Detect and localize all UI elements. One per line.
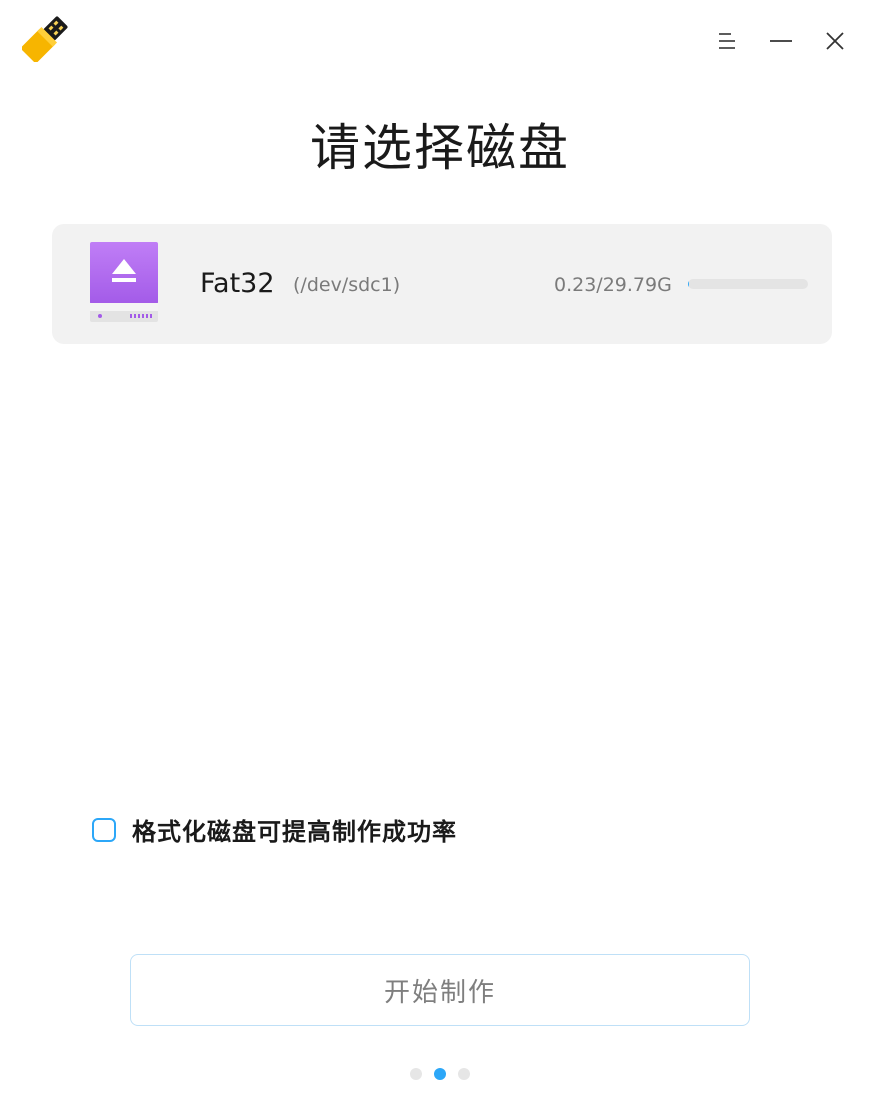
disk-path: (/dev/sdc1)	[293, 274, 401, 296]
removable-disk-icon	[88, 241, 160, 325]
disk-usage-fill	[688, 279, 689, 289]
page-dot-3	[458, 1068, 470, 1080]
close-button[interactable]	[808, 22, 862, 60]
disk-name: Fat32	[200, 268, 275, 299]
usb-drive-app-icon	[21, 16, 68, 63]
format-checkbox[interactable]	[92, 817, 116, 842]
minimize-icon	[770, 40, 792, 42]
format-option[interactable]: 格式化磁盘可提高制作成功率	[92, 812, 457, 847]
start-button[interactable]: 开始制作	[130, 954, 750, 1026]
page-dot-2	[434, 1068, 446, 1080]
disk-item[interactable]: Fat32 (/dev/sdc1) 0.23/29.79G	[52, 224, 832, 344]
close-icon	[826, 32, 844, 50]
format-label: 格式化磁盘可提高制作成功率	[132, 818, 457, 846]
minimize-button[interactable]	[754, 22, 808, 60]
app-window: 请选择磁盘 Fat32 (/dev/sdc1) 0.23/29.79G 格式化磁…	[0, 0, 880, 1100]
window-controls	[700, 22, 862, 60]
menu-icon	[719, 33, 735, 49]
page-dot-1	[410, 1068, 422, 1080]
page-indicator	[0, 1068, 880, 1080]
disk-list: Fat32 (/dev/sdc1) 0.23/29.79G	[52, 224, 832, 344]
disk-size: 0.23/29.79G	[554, 274, 672, 296]
page-title: 请选择磁盘	[310, 119, 570, 177]
menu-button[interactable]	[700, 22, 754, 60]
disk-usage-bar	[688, 279, 808, 289]
